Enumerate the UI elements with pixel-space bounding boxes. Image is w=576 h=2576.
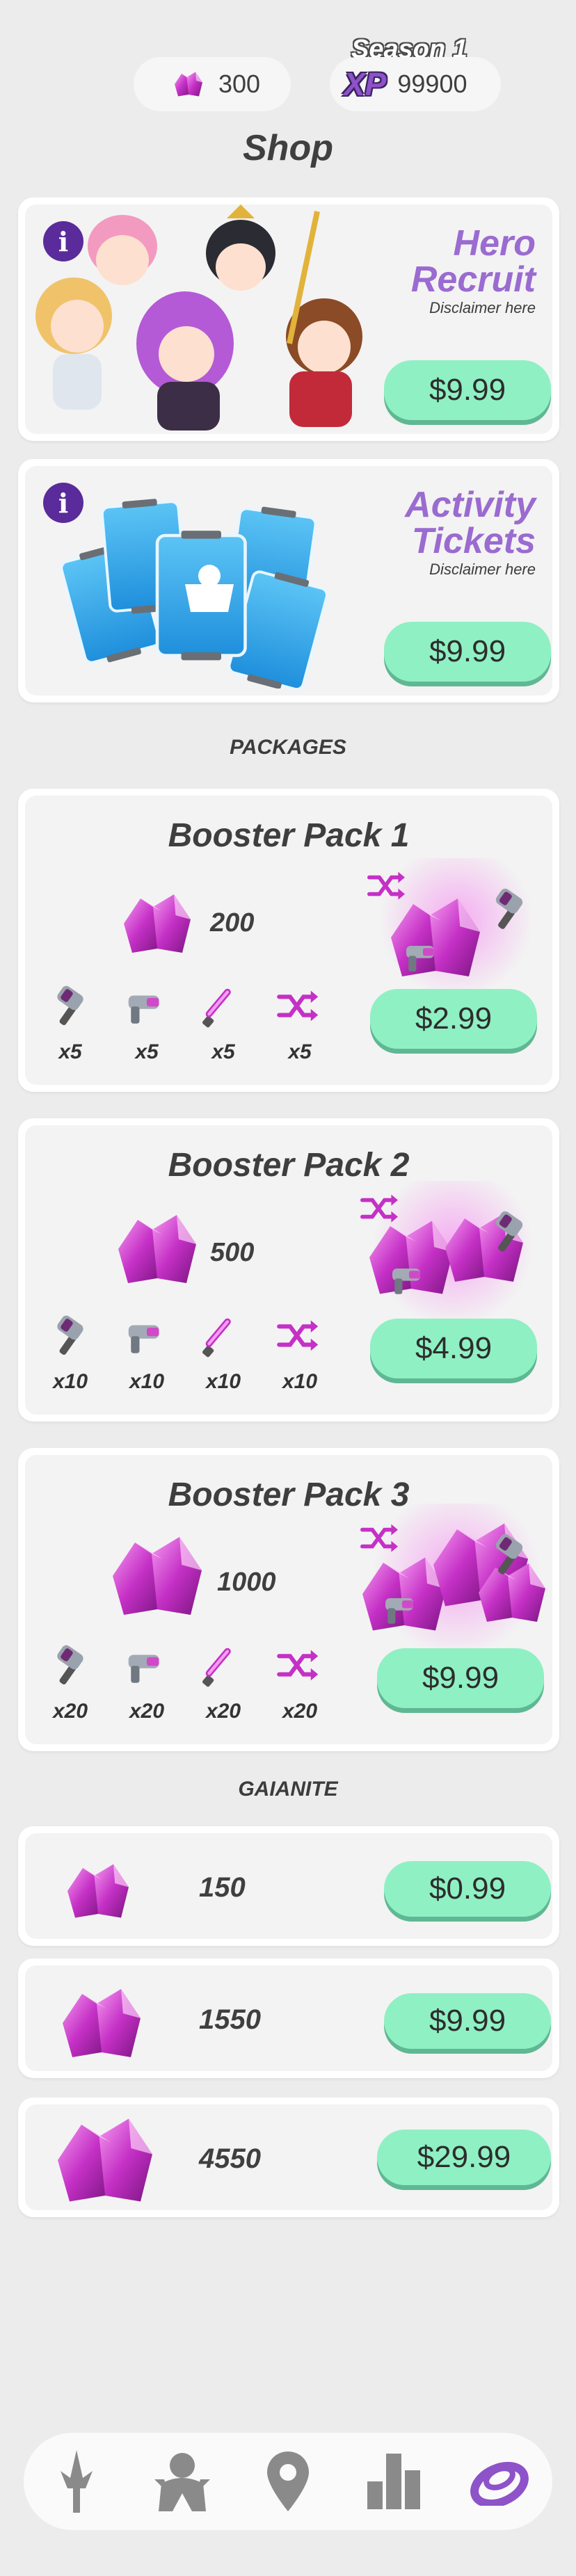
gaianite-150-price-button[interactable]: $0.99 <box>384 1861 551 1917</box>
page-title: Shop <box>243 128 333 168</box>
booster-pack-1-gem-amount: 200 <box>210 908 255 937</box>
nav-item-map[interactable] <box>253 2447 323 2516</box>
booster-pack-3-price-button[interactable]: $9.99 <box>377 1648 544 1708</box>
booster-pack-2-card[interactable]: Booster Pack 2 500 x10 x10 x10 x10 $4.99 <box>18 1118 559 1422</box>
item-count: x10 <box>129 1370 165 1393</box>
activity-tickets-disclaimer: Disclaimer here <box>429 561 536 578</box>
item-count: x10 <box>52 1370 88 1393</box>
saber-icon <box>200 1647 232 1689</box>
hero-recruit-price-button[interactable]: $9.99 <box>384 360 551 420</box>
booster-pack-3-gem-amount: 1000 <box>217 1568 276 1597</box>
booster-pack-2-price-button[interactable]: $4.99 <box>370 1319 537 1378</box>
gaianite-amount: 1550 <box>199 2004 261 2035</box>
blaster-icon <box>128 1325 159 1353</box>
hammer-icon <box>55 983 86 1027</box>
nav-item-battle[interactable] <box>42 2447 111 2516</box>
activity-tickets-price-button[interactable]: $9.99 <box>384 622 551 682</box>
activity-tickets-card[interactable]: i Activity Tickets Disclaimer here $9.99 <box>18 459 559 702</box>
gaianite-4550-price-button[interactable]: $29.99 <box>377 2130 551 2185</box>
gaianite-row[interactable]: 1550 $9.99 <box>18 1958 559 2078</box>
booster-pack-3-card[interactable]: Booster Pack 3 1000 x20 x20 x20 x20 $9.9… <box>18 1448 559 1751</box>
gem-icon <box>124 894 191 953</box>
hero-recruit-info-icon[interactable]: i <box>43 221 83 261</box>
shuffle-icon <box>275 1313 324 1362</box>
item-count: x20 <box>282 1700 318 1723</box>
blaster-icon <box>128 995 159 1024</box>
bundle-art <box>352 1504 545 1657</box>
booster-pack-1-title: Booster Pack 1 <box>168 817 410 854</box>
gem-icon <box>175 72 202 97</box>
item-count: x5 <box>135 1040 159 1063</box>
item-count: x5 <box>58 1040 82 1063</box>
booster-pack-2-gem-amount: 500 <box>210 1238 255 1267</box>
hero-characters-art <box>35 204 362 430</box>
packages-heading: PACKAGES <box>230 736 346 759</box>
item-count: x10 <box>282 1370 318 1393</box>
gaianite-row[interactable]: 150 $0.99 <box>18 1826 559 1946</box>
saber-icon <box>200 988 232 1029</box>
shop-icon <box>470 2461 529 2506</box>
gaianite-amount: 4550 <box>199 2143 261 2174</box>
nav-item-heroes[interactable] <box>147 2447 217 2516</box>
item-count: x20 <box>129 1700 165 1723</box>
activity-tickets-info-icon[interactable]: i <box>43 483 83 523</box>
xp-counter: XP 99900 <box>330 57 501 111</box>
hammer-icon <box>55 1643 86 1686</box>
activity-tickets-title: Activity Tickets <box>405 485 536 561</box>
booster-pack-1-card[interactable]: Booster Pack 1 200 x5 x5 x5 x5 $2.99 <box>18 789 559 1092</box>
shuffle-icon <box>275 983 324 1032</box>
gaianite-row[interactable]: 4550 $29.99 <box>18 2098 559 2217</box>
item-count: x20 <box>205 1700 241 1723</box>
gaianite-1550-price-button[interactable]: $9.99 <box>384 1993 551 2049</box>
booster-pack-1-price-button[interactable]: $2.99 <box>370 989 537 1049</box>
hero-recruit-title: Hero Recruit <box>410 223 536 300</box>
nav-item-shop[interactable] <box>465 2447 534 2516</box>
leaderboard-icon <box>367 2454 420 2509</box>
hero-recruit-disclaimer: Disclaimer here <box>429 299 536 316</box>
tickets-art <box>57 495 331 689</box>
heroes-icon <box>154 2453 210 2511</box>
item-count: x20 <box>52 1700 88 1723</box>
gem-icon <box>118 1215 196 1283</box>
sword-icon <box>61 2450 93 2513</box>
bundle-art <box>352 1181 533 1327</box>
xp-count: 99900 <box>397 70 467 98</box>
bottom-nav <box>24 2433 552 2530</box>
hammer-icon <box>55 1313 86 1356</box>
gaianite-amount: 150 <box>199 1872 246 1903</box>
item-count: x5 <box>211 1040 235 1063</box>
item-count: x10 <box>205 1370 241 1393</box>
gems-count: 300 <box>218 70 261 98</box>
gem-icon <box>63 1989 141 2057</box>
saber-icon <box>200 1317 232 1359</box>
item-count: x5 <box>288 1040 312 1063</box>
gaianite-heading: GAIANITE <box>238 1778 338 1801</box>
booster-pack-2-title: Booster Pack 2 <box>168 1147 410 1184</box>
gem-icon <box>58 2118 152 2202</box>
blaster-icon <box>128 1655 159 1683</box>
bundle-art <box>359 858 533 997</box>
hero-recruit-card[interactable]: i Hero Recruit Disclaimer here $9.99 <box>18 198 559 441</box>
gems-counter[interactable]: 300 <box>134 57 291 111</box>
shuffle-icon <box>275 1643 324 1691</box>
xp-label: XP <box>344 66 387 102</box>
gem-icon <box>113 1537 202 1615</box>
gem-icon <box>67 1864 129 1918</box>
map-pin-icon <box>267 2452 309 2511</box>
nav-item-leaderboard[interactable] <box>359 2447 429 2516</box>
